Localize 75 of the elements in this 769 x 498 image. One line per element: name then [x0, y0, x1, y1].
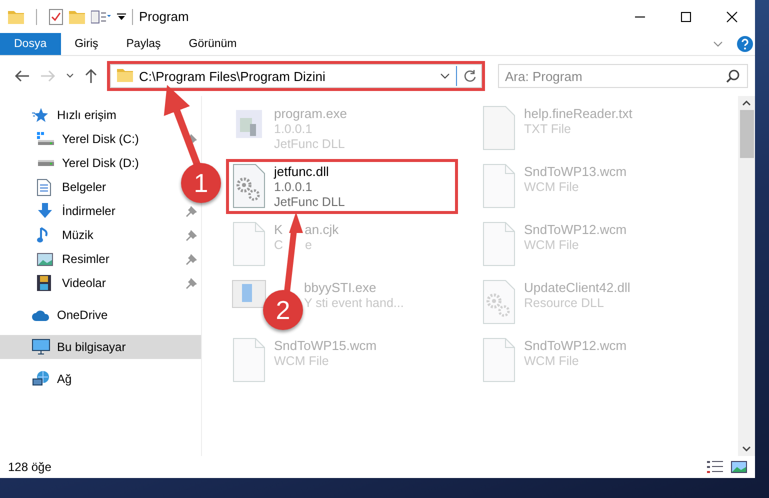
sidebar-label[interactable]: OneDrive	[57, 308, 108, 322]
up-icon[interactable]	[84, 68, 98, 84]
file-icon	[482, 164, 516, 208]
document-icon	[37, 178, 51, 196]
pin-icon[interactable]	[186, 254, 197, 264]
globe-icon	[32, 371, 50, 387]
refresh-icon[interactable]	[463, 69, 477, 83]
search-field[interactable]: Ara: Program	[498, 64, 748, 88]
details-view-icon[interactable]	[707, 461, 723, 473]
checklist-icon[interactable]	[49, 8, 63, 24]
window-title: Program	[139, 9, 189, 24]
ribbon-tab[interactable]: Paylaş	[112, 33, 175, 55]
ribbon-tab[interactable]: Giriş	[60, 33, 112, 55]
chevron-icon[interactable]	[440, 73, 450, 79]
music-note-icon	[37, 227, 49, 243]
window-icon	[232, 280, 266, 308]
large-icons-view-icon[interactable]	[731, 461, 747, 473]
scrollbar[interactable]	[738, 96, 755, 456]
folder-icon	[117, 68, 133, 82]
sidebar-label[interactable]: Videolar	[62, 276, 106, 290]
film-icon	[37, 275, 51, 291]
sidebar-label[interactable]: Müzik	[62, 228, 94, 242]
gear-file-icon	[232, 164, 266, 208]
sidebar-label[interactable]: Belgeler	[62, 180, 106, 194]
selected-sidebar-item[interactable]: Bu bilgisayar	[0, 335, 201, 359]
drive-icon	[37, 132, 55, 146]
file-detail: JetFunc DLL	[274, 195, 345, 209]
ribbon-tab[interactable]: Dosya	[0, 33, 61, 55]
monitor-icon	[32, 339, 50, 355]
file-name[interactable]: jetfunc.dll	[274, 164, 329, 179]
pin-icon[interactable]	[186, 278, 197, 288]
star-icon	[32, 107, 48, 123]
scroll-up-icon[interactable]	[742, 100, 751, 106]
sidebar-label[interactable]: Hızlı erişim	[57, 108, 116, 122]
sidebar-label[interactable]: Yerel Disk (C:)	[62, 132, 139, 146]
drive-icon	[37, 159, 55, 167]
file-icon	[232, 338, 266, 382]
search-icon	[726, 69, 740, 83]
image-icon	[37, 252, 53, 266]
down-arrow-icon	[37, 203, 53, 219]
cloud-icon	[32, 310, 50, 320]
file-detail: C	[274, 238, 284, 252]
sidebar-label[interactable]: Resimler	[62, 252, 110, 266]
sidebar-label[interactable]: İndirmeler	[62, 204, 116, 218]
file-icon	[482, 106, 516, 150]
file-detail: TXT File	[524, 122, 571, 136]
file-icon	[482, 338, 516, 382]
scroll-thumb[interactable]	[740, 110, 754, 158]
file-icon	[482, 222, 516, 266]
file-detail: WCM File	[524, 180, 579, 194]
file-detail: JetFunc DLL	[274, 137, 345, 151]
file-detail: Resource DLL	[524, 296, 604, 310]
sidebar-label[interactable]: Ağ	[57, 372, 72, 386]
customize-caret-icon[interactable]	[117, 12, 126, 20]
ribbon-tab[interactable]: Görünüm	[174, 33, 251, 55]
sidebar-label[interactable]: Yerel Disk (D:)	[62, 156, 139, 170]
scroll-down-icon[interactable]	[742, 446, 751, 452]
file-icon	[232, 222, 266, 266]
file-detail: e	[305, 238, 312, 252]
address-bar[interactable]: C:\Program Files\Program Dizini	[110, 64, 482, 88]
pin-icon[interactable]	[186, 206, 197, 216]
gear-file-icon	[482, 280, 516, 324]
file-detail: WCM File	[524, 238, 579, 252]
properties-icon[interactable]	[91, 10, 111, 24]
file-detail: 1.0.0.1	[274, 122, 312, 136]
dropdown-icon[interactable]	[66, 73, 74, 79]
item-count: 128 öğe	[8, 460, 52, 474]
file-detail: Y sti event hand...	[304, 296, 404, 310]
help-icon[interactable]	[737, 36, 753, 52]
file-detail: 1.0.0.1	[274, 180, 312, 194]
file-detail: WCM File	[524, 354, 579, 368]
file-detail: WCM File	[274, 354, 329, 368]
pin-icon[interactable]	[186, 230, 197, 240]
address-path: C:\Program Files\Program Dizini	[139, 68, 326, 84]
back-icon[interactable]	[14, 69, 30, 83]
